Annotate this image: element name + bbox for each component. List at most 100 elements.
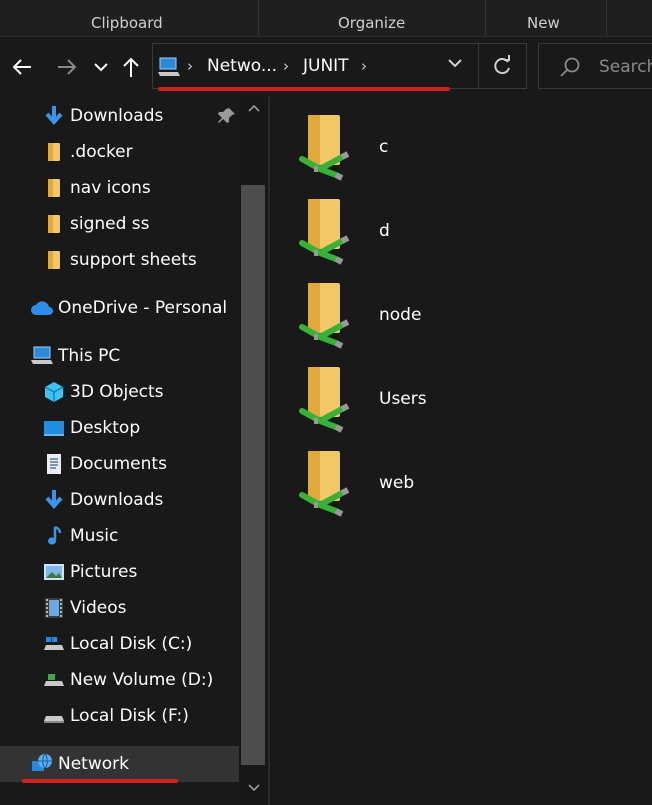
nav-item-label: .docker bbox=[70, 142, 133, 162]
drive-icon bbox=[42, 704, 66, 728]
folder-tile-c[interactable]: c bbox=[298, 111, 598, 191]
back-arrow-icon bbox=[12, 59, 31, 75]
nav-item-support-sheets[interactable]: support sheets bbox=[42, 242, 197, 278]
drive-icon bbox=[42, 668, 66, 692]
chevron-down-icon bbox=[94, 63, 108, 72]
nav-item-label: Network bbox=[58, 754, 129, 774]
back-button[interactable] bbox=[5, 49, 39, 85]
folder-tile-d[interactable]: d bbox=[298, 195, 598, 275]
nav-item-new-volume-d[interactable]: New Volume (D:) bbox=[42, 662, 213, 698]
folder-icon bbox=[42, 140, 66, 164]
navigation-pane: Downloads .docker nav icons signed ss su… bbox=[0, 97, 268, 805]
nav-item-pictures[interactable]: Pictures bbox=[42, 554, 137, 590]
nav-item-music[interactable]: Music bbox=[42, 518, 118, 554]
nav-item-label: Videos bbox=[70, 598, 127, 618]
forward-arrow-icon bbox=[58, 59, 77, 75]
folder-name: node bbox=[379, 305, 422, 325]
breadcrumb-chevron-icon[interactable]: › bbox=[283, 57, 289, 75]
nav-item-label: Local Disk (C:) bbox=[70, 634, 193, 654]
nav-item-label: Local Disk (F:) bbox=[70, 706, 189, 726]
nav-item-onedrive[interactable]: OneDrive - Personal bbox=[30, 290, 227, 326]
ribbon-group-organize: Organize bbox=[338, 14, 406, 32]
nav-item-nav-icons[interactable]: nav icons bbox=[42, 170, 151, 206]
folder-name: c bbox=[379, 137, 389, 157]
nav-item-label: Pictures bbox=[70, 562, 138, 582]
nav-item-label: This PC bbox=[58, 346, 121, 366]
breadcrumb-network[interactable]: Netwo... bbox=[207, 56, 277, 76]
network-share-folder-icon bbox=[299, 367, 350, 433]
refresh-icon[interactable] bbox=[491, 55, 513, 77]
address-bar[interactable]: › Netwo... › JUNIT › bbox=[152, 43, 527, 89]
up-arrow-icon bbox=[123, 57, 139, 77]
breadcrumb-chevron-icon: › bbox=[187, 57, 193, 75]
pc-icon bbox=[30, 344, 54, 368]
folder-tile-node[interactable]: node bbox=[298, 279, 598, 359]
network-share-folder-icon bbox=[299, 283, 350, 349]
network-share-folder-icon bbox=[299, 115, 350, 181]
folder-tile-web[interactable]: web bbox=[298, 447, 598, 527]
chevron-up-icon[interactable] bbox=[248, 104, 260, 112]
desktop-icon bbox=[42, 416, 66, 440]
folder-name: d bbox=[379, 221, 390, 241]
pc-icon bbox=[158, 57, 180, 76]
nav-item-label: Music bbox=[70, 526, 119, 546]
nav-item-label: 3D Objects bbox=[70, 382, 164, 402]
document-icon bbox=[42, 452, 66, 476]
ribbon-separator bbox=[485, 0, 486, 36]
network-highlight-underline bbox=[22, 779, 178, 783]
film-icon bbox=[42, 596, 66, 620]
nav-item-downloads[interactable]: Downloads bbox=[42, 482, 163, 518]
breadcrumb-chevron-icon[interactable]: › bbox=[361, 57, 367, 75]
breadcrumb-junit[interactable]: JUNIT bbox=[303, 56, 349, 76]
chevron-down-icon[interactable] bbox=[447, 58, 463, 68]
recent-locations-button[interactable] bbox=[84, 49, 118, 85]
nav-item-this-pc[interactable]: This PC bbox=[30, 338, 120, 374]
nav-item-label: Downloads bbox=[70, 490, 164, 510]
nav-item-label: Documents bbox=[70, 454, 167, 474]
scrollbar-thumb[interactable] bbox=[241, 185, 265, 765]
folder-name: web bbox=[379, 473, 415, 493]
up-button[interactable] bbox=[114, 49, 148, 85]
nav-item-network[interactable]: Network bbox=[0, 746, 239, 782]
nav-item-local-disk-f[interactable]: Local Disk (F:) bbox=[42, 698, 189, 734]
network-globe-icon bbox=[30, 752, 54, 776]
folder-icon bbox=[42, 212, 66, 236]
navigation-bar: › Netwo... › JUNIT › Search bbox=[0, 37, 652, 97]
nav-item-signed-ss[interactable]: signed ss bbox=[42, 206, 150, 242]
nav-item-label: signed ss bbox=[70, 214, 150, 234]
nav-item-label: support sheets bbox=[70, 250, 197, 270]
nav-item-documents[interactable]: Documents bbox=[42, 446, 167, 482]
network-share-folder-icon bbox=[299, 451, 350, 517]
nav-item-downloads-quick[interactable]: Downloads bbox=[42, 98, 163, 134]
address-highlight-underline bbox=[158, 87, 450, 91]
address-separator bbox=[478, 44, 479, 88]
nav-item-desktop[interactable]: Desktop bbox=[42, 410, 140, 446]
nav-item-label: Desktop bbox=[70, 418, 141, 438]
picture-icon bbox=[42, 560, 66, 584]
ribbon-separator bbox=[258, 0, 259, 36]
nav-item-docker[interactable]: .docker bbox=[42, 134, 133, 170]
search-placeholder: Search bbox=[599, 57, 652, 77]
ribbon-group-clipboard: Clipboard bbox=[91, 14, 163, 32]
music-note-icon bbox=[42, 524, 66, 548]
folder-name: Users bbox=[379, 389, 427, 409]
ribbon-group-labels: Clipboard Organize New bbox=[0, 0, 652, 37]
nav-item-label: New Volume (D:) bbox=[70, 670, 214, 690]
nav-item-local-disk-c[interactable]: Local Disk (C:) bbox=[42, 626, 192, 662]
nav-item-videos[interactable]: Videos bbox=[42, 590, 127, 626]
forward-button[interactable] bbox=[50, 49, 84, 85]
nav-item-label: Downloads bbox=[70, 106, 164, 126]
folder-icon bbox=[42, 248, 66, 272]
cube-icon bbox=[42, 380, 66, 404]
folder-tile-users[interactable]: Users bbox=[298, 363, 598, 443]
ribbon-separator bbox=[606, 0, 607, 36]
search-box[interactable]: Search bbox=[538, 43, 652, 89]
network-share-folder-icon bbox=[299, 199, 350, 265]
file-list: c d node Users web bbox=[270, 97, 652, 805]
drive-icon bbox=[42, 632, 66, 656]
pin-icon[interactable] bbox=[218, 107, 236, 125]
chevron-down-icon[interactable] bbox=[248, 784, 260, 792]
nav-item-label: OneDrive - Personal bbox=[58, 298, 228, 318]
nav-item-3d-objects[interactable]: 3D Objects bbox=[42, 374, 164, 410]
download-arrow-icon bbox=[42, 104, 66, 128]
